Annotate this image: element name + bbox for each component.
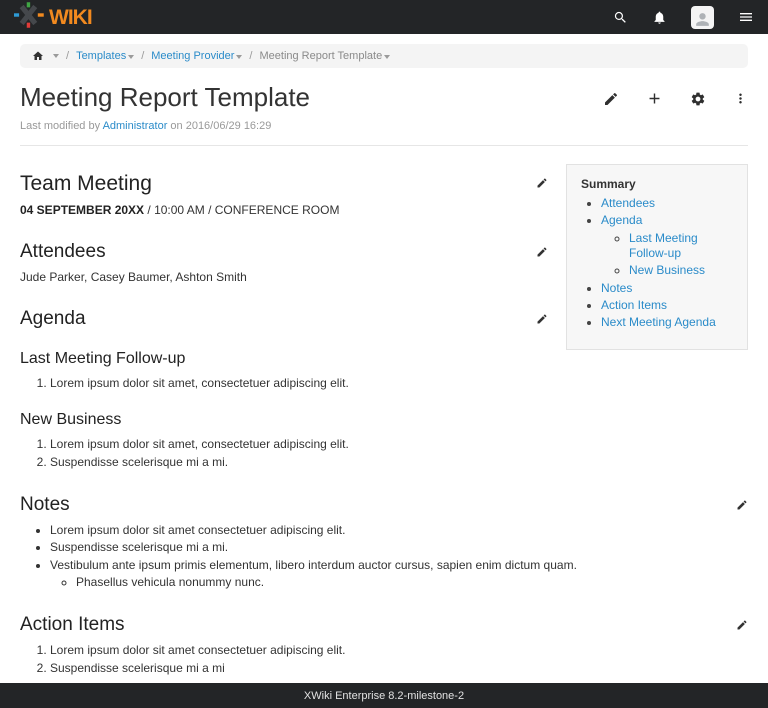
- summary-link-next-meeting[interactable]: Next Meeting Agenda: [601, 315, 716, 329]
- xwiki-logo[interactable]: WIKI: [14, 2, 92, 33]
- settings-gear-icon[interactable]: [690, 90, 706, 107]
- heading-new-business: New Business: [20, 411, 748, 429]
- action-items-list: Lorem ipsum dolor sit amet consectetuer …: [20, 643, 748, 676]
- version-text: XWiki Enterprise 8.2-milestone-2: [304, 690, 464, 702]
- home-icon[interactable]: [32, 50, 44, 62]
- version-bar: XWiki Enterprise 8.2-milestone-2: [0, 683, 768, 708]
- list-item: Vestibulum ante ipsum primis elementum, …: [50, 558, 748, 591]
- list-item: Lorem ipsum dolor sit amet consectetuer …: [50, 643, 748, 658]
- chevron-down-icon[interactable]: [384, 55, 390, 59]
- section-edit-pencil-icon[interactable]: [736, 619, 748, 631]
- summary-item: Next Meeting Agenda: [601, 315, 737, 330]
- xwiki-logo-x-icon: [14, 2, 48, 33]
- bell-icon[interactable]: [652, 10, 667, 25]
- xwiki-brand-text: WIKI: [49, 7, 92, 28]
- notes-sublist: Phasellus vehicula nonummy nunc.: [50, 575, 748, 590]
- chevron-down-icon[interactable]: [236, 55, 242, 59]
- list-subitem: Phasellus vehicula nonummy nunc.: [76, 575, 748, 590]
- list-item: Suspendisse scelerisque mi a mi.: [50, 540, 748, 555]
- summary-link-new-business[interactable]: New Business: [629, 263, 705, 277]
- edit-pencil-icon[interactable]: [603, 90, 619, 107]
- chevron-down-icon[interactable]: [53, 54, 59, 58]
- summary-panel: Summary Attendees Agenda Last Meeting Fo…: [566, 164, 748, 350]
- summary-item: Attendees: [601, 196, 737, 211]
- breadcrumb-item-current: Meeting Report Template: [259, 50, 390, 62]
- section-edit-pencil-icon[interactable]: [736, 499, 748, 511]
- summary-item: Agenda Last Meeting Follow-up New Busine…: [601, 213, 737, 278]
- breadcrumb-item-templates: Templates: [76, 50, 134, 62]
- page-title: Meeting Report Template: [20, 83, 310, 113]
- list-item: Lorem ipsum dolor sit amet consectetuer …: [50, 523, 748, 538]
- list-item: Lorem ipsum dolor sit amet, consectetuer…: [50, 376, 748, 391]
- breadcrumb-link[interactable]: Meeting Provider: [151, 50, 234, 62]
- summary-sublist: Last Meeting Follow-up New Business: [601, 231, 737, 279]
- list-item: Suspendisse scelerisque mi a mi: [50, 661, 748, 676]
- section-edit-pencil-icon[interactable]: [536, 313, 548, 325]
- user-avatar[interactable]: [691, 6, 714, 29]
- summary-link-last-meeting[interactable]: Last Meeting Follow-up: [629, 231, 698, 260]
- breadcrumb-separator: /: [66, 50, 69, 62]
- chevron-down-icon[interactable]: [128, 55, 134, 59]
- summary-item: Action Items: [601, 298, 737, 313]
- summary-subitem: Last Meeting Follow-up: [629, 231, 737, 262]
- document-content: Summary Attendees Agenda Last Meeting Fo…: [0, 146, 768, 708]
- create-plus-icon[interactable]: [646, 90, 663, 107]
- list-item: Suspendisse scelerisque mi a mi.: [50, 455, 748, 470]
- page-actions: [603, 83, 748, 107]
- navbar-actions: [613, 6, 754, 29]
- more-actions-kebab-icon[interactable]: [733, 90, 748, 107]
- section-edit-pencil-icon[interactable]: [536, 177, 548, 189]
- breadcrumb-separator: /: [249, 50, 252, 62]
- last-meeting-list: Lorem ipsum dolor sit amet, consectetuer…: [20, 376, 748, 391]
- breadcrumb: / Templates / Meeting Provider / Meeting…: [20, 44, 748, 68]
- last-modified-line: Last modified by Administrator on 2016/0…: [0, 120, 768, 132]
- summary-title: Summary: [575, 177, 737, 191]
- section-edit-pencil-icon[interactable]: [536, 246, 548, 258]
- top-navbar: WIKI: [0, 0, 768, 34]
- hamburger-menu-icon[interactable]: [738, 9, 754, 25]
- summary-link-agenda[interactable]: Agenda: [601, 213, 642, 227]
- new-business-list: Lorem ipsum dolor sit amet, consectetuer…: [20, 437, 748, 470]
- heading-action-items: Action Items: [20, 614, 748, 636]
- list-item: Lorem ipsum dolor sit amet, consectetuer…: [50, 437, 748, 452]
- summary-link-action-items[interactable]: Action Items: [601, 298, 667, 312]
- modified-by-user-link[interactable]: Administrator: [103, 120, 168, 132]
- breadcrumb-item-meeting-provider: Meeting Provider: [151, 50, 242, 62]
- notes-list: Lorem ipsum dolor sit amet consectetuer …: [20, 523, 748, 590]
- heading-last-meeting-follow-up: Last Meeting Follow-up: [20, 350, 748, 368]
- heading-notes: Notes: [20, 494, 748, 516]
- breadcrumb-link[interactable]: Templates: [76, 50, 126, 62]
- summary-link-notes[interactable]: Notes: [601, 281, 632, 295]
- breadcrumb-separator: /: [141, 50, 144, 62]
- app-window: WIKI / Templates / Meeting Provider / Me…: [0, 0, 768, 708]
- search-icon[interactable]: [613, 10, 628, 25]
- summary-subitem: New Business: [629, 263, 737, 278]
- summary-list: Attendees Agenda Last Meeting Follow-up …: [575, 196, 737, 331]
- page-header: Meeting Report Template: [0, 83, 768, 113]
- summary-link-attendees[interactable]: Attendees: [601, 196, 655, 210]
- summary-item: Notes: [601, 281, 737, 296]
